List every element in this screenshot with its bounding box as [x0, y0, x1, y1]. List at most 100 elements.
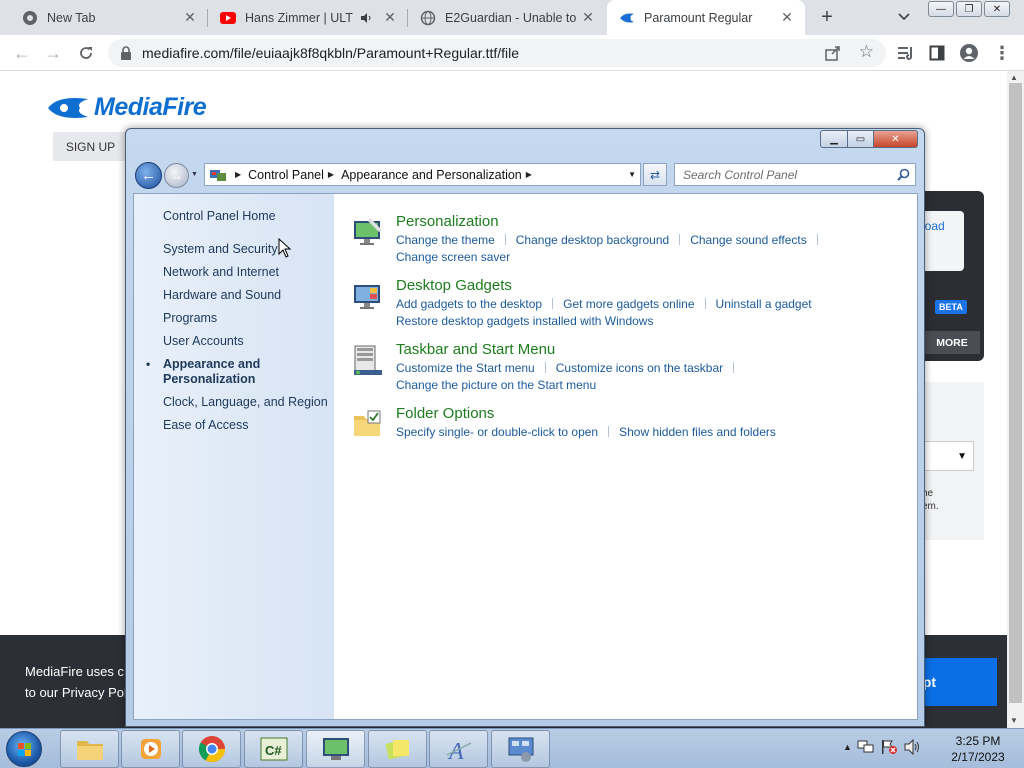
volume-icon[interactable]	[903, 739, 921, 755]
link-change-start-menu-picture[interactable]: Change the picture on the Start menu	[396, 378, 596, 392]
tab-e2guardian[interactable]: E2Guardian - Unable to l ✕	[408, 0, 606, 35]
breadcrumb-arrow-icon[interactable]: ▶	[235, 170, 241, 179]
reload-icon[interactable]	[74, 41, 98, 65]
forward-button[interactable]: →	[164, 163, 189, 188]
maximize-icon[interactable]: ▭	[848, 130, 874, 148]
category-title[interactable]: Desktop Gadgets	[396, 276, 912, 296]
close-tab-icon[interactable]: ✕	[779, 9, 795, 26]
sticky-notes-icon	[385, 740, 409, 760]
system-clock[interactable]: 3:25 PM 2/17/2023	[938, 733, 1018, 765]
share-icon[interactable]	[824, 44, 842, 62]
breadcrumb-control-panel[interactable]: Control Panel	[248, 168, 324, 182]
nav-network-and-internet[interactable]: Network and Internet	[163, 265, 333, 280]
page-scrollbar[interactable]: ▲ ▼	[1007, 71, 1024, 728]
refresh-icon[interactable]: ⇄	[643, 163, 667, 186]
link-change-sound-effects[interactable]: Change sound effects	[690, 233, 807, 247]
side-select[interactable]: ▼	[920, 441, 974, 471]
taskbar-explorer[interactable]	[60, 730, 119, 768]
forward-arrow-icon[interactable]: →	[41, 41, 65, 65]
start-button[interactable]	[6, 731, 42, 767]
category-desktop-gadgets: Desktop Gadgets Add gadgets to the deskt…	[352, 276, 912, 330]
link-get-more-gadgets[interactable]: Get more gadgets online	[563, 297, 694, 311]
breadcrumb[interactable]: ▶ Control Panel ▶ Appearance and Persona…	[204, 163, 641, 186]
nav-ease-of-access[interactable]: Ease of Access	[163, 418, 333, 433]
address-dropdown-icon[interactable]: ▼	[628, 170, 636, 179]
link-single-double-click[interactable]: Specify single- or double-click to open	[396, 425, 598, 439]
browser-toolbar: ← → mediafire.com/file/euiaajk8f8qkbln/P…	[0, 35, 1024, 71]
cookie-message: MediaFire uses c to our Privacy Pol	[25, 664, 127, 700]
close-window-icon[interactable]: ✕	[984, 1, 1010, 17]
media-control-icon[interactable]	[895, 42, 917, 64]
recent-pages-chevron-icon[interactable]: ▼	[191, 171, 198, 178]
link-customize-start-menu[interactable]: Customize the Start menu	[396, 361, 535, 375]
link-uninstall-gadget[interactable]: Uninstall a gadget	[716, 297, 812, 311]
scroll-down-icon[interactable]: ▼	[1010, 716, 1018, 725]
link-customize-taskbar-icons[interactable]: Customize icons on the taskbar	[556, 361, 723, 375]
download-button[interactable]: load	[920, 211, 964, 271]
nav-clock-language-region[interactable]: Clock, Language, and Region	[163, 395, 333, 410]
sign-up-button[interactable]: SIGN UP	[53, 132, 128, 161]
minimize-icon[interactable]: ▁	[820, 130, 848, 148]
taskbar-visual-studio[interactable]: C#	[244, 730, 303, 768]
mediafire-logo[interactable]: MediaFire	[46, 93, 207, 122]
show-hidden-icons-icon[interactable]: ▲	[843, 742, 852, 752]
action-center-flag-icon[interactable]	[880, 739, 898, 755]
tab-search-chevron-icon[interactable]	[894, 7, 914, 27]
taskbar-font-app[interactable]: A	[429, 730, 488, 768]
back-button[interactable]: ←	[135, 162, 162, 189]
nav-appearance-and-personalization[interactable]: Appearance and Personalization	[146, 357, 333, 387]
nav-user-accounts[interactable]: User Accounts	[163, 334, 333, 349]
profile-avatar-icon[interactable]	[958, 42, 980, 64]
tab-title: New Tab	[47, 10, 96, 25]
link-change-screen-saver[interactable]: Change screen saver	[396, 250, 510, 264]
restore-icon[interactable]: ❐	[956, 1, 982, 17]
category-title[interactable]: Taskbar and Start Menu	[396, 340, 912, 360]
more-button[interactable]: MORE	[924, 331, 980, 354]
nav-hardware-and-sound[interactable]: Hardware and Sound	[163, 288, 333, 303]
breadcrumb-arrow-icon[interactable]: ▶	[526, 170, 532, 179]
display-settings-icon	[322, 738, 349, 760]
search-input[interactable]: Search Control Panel	[674, 163, 916, 186]
nav-system-and-security[interactable]: System and Security	[163, 242, 333, 257]
new-tab-button[interactable]: +	[815, 5, 839, 29]
audio-playing-icon[interactable]	[358, 10, 374, 26]
link-show-hidden-files[interactable]: Show hidden files and folders	[619, 425, 776, 439]
category-nav: System and Security Network and Internet…	[146, 242, 333, 441]
network-icon[interactable]	[857, 739, 875, 755]
tab-new-tab[interactable]: New Tab ✕	[0, 0, 208, 35]
back-arrow-icon[interactable]: ←	[10, 41, 34, 65]
close-tab-icon[interactable]: ✕	[182, 9, 198, 26]
tab-paramount-regular[interactable]: Paramount Regular ✕	[607, 0, 805, 35]
link-change-desktop-background[interactable]: Change desktop background	[516, 233, 669, 247]
chrome-icon	[198, 736, 225, 763]
close-tab-icon[interactable]: ✕	[382, 9, 398, 26]
control-panel-home-link[interactable]: Control Panel Home	[163, 209, 276, 223]
link-restore-gadgets[interactable]: Restore desktop gadgets installed with W…	[396, 314, 653, 328]
minimize-icon[interactable]: —	[928, 1, 954, 17]
nav-programs[interactable]: Programs	[163, 311, 333, 326]
scroll-up-icon[interactable]: ▲	[1010, 73, 1018, 82]
address-bar[interactable]: mediafire.com/file/euiaajk8f8qkbln/Param…	[108, 39, 886, 67]
category-title[interactable]: Personalization	[396, 212, 912, 232]
taskbar-chrome[interactable]	[182, 730, 241, 768]
side-panel-icon[interactable]	[926, 42, 948, 64]
taskbar-media-player[interactable]	[121, 730, 180, 768]
menu-kebab-icon[interactable]: ⋮	[991, 42, 1013, 64]
lock-icon[interactable]	[120, 46, 134, 60]
breadcrumb-appearance[interactable]: Appearance and Personalization	[341, 168, 522, 182]
close-icon[interactable]: ✕	[874, 130, 918, 148]
tab-youtube[interactable]: Hans Zimmer | ULTIM ✕	[208, 0, 408, 35]
close-tab-icon[interactable]: ✕	[580, 9, 596, 26]
taskbar-sticky-notes[interactable]	[368, 730, 427, 768]
category-title[interactable]: Folder Options	[396, 404, 912, 424]
scrollbar-thumb[interactable]	[1009, 83, 1022, 703]
breadcrumb-arrow-icon[interactable]: ▶	[328, 170, 334, 179]
bookmark-star-icon[interactable]: ☆	[859, 42, 874, 62]
taskbar-network-app[interactable]	[491, 730, 550, 768]
media-player-icon	[140, 739, 161, 759]
link-change-theme[interactable]: Change the theme	[396, 233, 495, 247]
search-icon[interactable]	[897, 168, 910, 181]
taskbar-control-panel-window[interactable]	[306, 730, 365, 768]
tab-title: E2Guardian - Unable to l	[445, 10, 580, 25]
link-add-gadgets[interactable]: Add gadgets to the desktop	[396, 297, 542, 311]
